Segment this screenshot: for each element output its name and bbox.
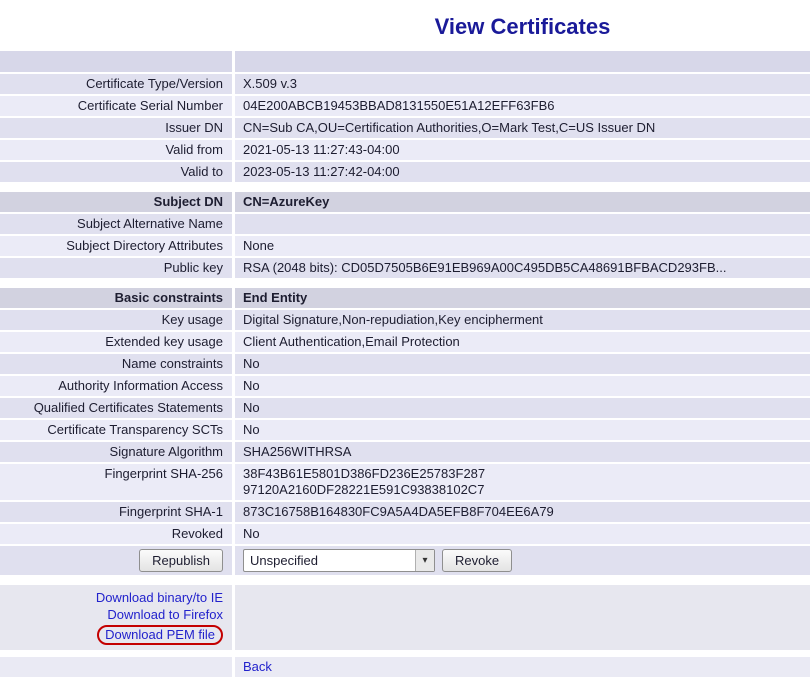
value-signature-algorithm: SHA256WITHRSA (235, 442, 810, 462)
value-certificate-serial-number: 04E200ABCB19453BBAD8131550E51A12EFF63FB6 (235, 96, 810, 116)
certificate-details-table: Certificate Type/Version X.509 v.3 Certi… (0, 51, 810, 677)
value-valid-to: 2023-05-13 11:27:42-04:00 (235, 162, 810, 182)
label-valid-to: Valid to (0, 162, 232, 182)
download-pem-file-link[interactable]: Download PEM file (97, 625, 223, 645)
fingerprint-sha-256-line-1: 38F43B61E5801D386FD236E25783F287 (243, 466, 802, 482)
download-firefox-link[interactable]: Download to Firefox (107, 607, 223, 623)
value-subject-dn: CN=AzureKey (235, 192, 810, 212)
value-valid-from: 2021-05-13 11:27:43-04:00 (235, 140, 810, 160)
label-issuer-dn: Issuer DN (0, 118, 232, 138)
download-links-cell: Download binary/to IE Download to Firefo… (0, 585, 232, 650)
label-authority-information-access: Authority Information Access (0, 376, 232, 396)
value-basic-constraints: End Entity (235, 288, 810, 308)
revocation-reason-select[interactable]: Unspecified (243, 549, 435, 572)
value-fingerprint-sha-1: 873C16758B164830FC9A5A4DA5EFB8F704EE6A79 (235, 502, 810, 522)
table-top-band-label (0, 51, 232, 72)
section-gap (0, 184, 810, 190)
label-fingerprint-sha-256: Fingerprint SHA-256 (0, 464, 232, 500)
value-certificate-type-version: X.509 v.3 (235, 74, 810, 94)
value-key-usage: Digital Signature,Non-repudiation,Key en… (235, 310, 810, 330)
value-public-key: RSA (2048 bits): CD05D7505B6E91EB969A00C… (235, 258, 810, 278)
value-subject-directory-attributes: None (235, 236, 810, 256)
label-qualified-certificates-statements: Qualified Certificates Statements (0, 398, 232, 418)
page-header: View Certificates (235, 0, 810, 51)
back-link[interactable]: Back (243, 659, 272, 674)
value-revoked: No (235, 524, 810, 544)
section-gap (0, 652, 810, 655)
label-certificate-serial-number: Certificate Serial Number (0, 96, 232, 116)
label-basic-constraints: Basic constraints (0, 288, 232, 308)
page-title: View Certificates (235, 14, 810, 40)
label-certificate-transparency-scts: Certificate Transparency SCTs (0, 420, 232, 440)
label-subject-directory-attributes: Subject Directory Attributes (0, 236, 232, 256)
republish-button[interactable]: Republish (139, 549, 223, 572)
revoke-button[interactable]: Revoke (442, 549, 512, 572)
fingerprint-sha-256-line-2: 97120A2160DF28221E591C93838102C7 (243, 482, 802, 498)
label-extended-key-usage: Extended key usage (0, 332, 232, 352)
download-empty-cell (235, 585, 810, 650)
value-authority-information-access: No (235, 376, 810, 396)
value-qualified-certificates-statements: No (235, 398, 810, 418)
label-key-usage: Key usage (0, 310, 232, 330)
label-signature-algorithm: Signature Algorithm (0, 442, 232, 462)
label-valid-from: Valid from (0, 140, 232, 160)
label-fingerprint-sha-1: Fingerprint SHA-1 (0, 502, 232, 522)
section-gap (0, 280, 810, 286)
value-certificate-transparency-scts: No (235, 420, 810, 440)
value-name-constraints: No (235, 354, 810, 374)
table-top-band-value (235, 51, 810, 72)
value-issuer-dn: CN=Sub CA,OU=Certification Authorities,O… (235, 118, 810, 138)
section-gap (0, 577, 810, 583)
value-fingerprint-sha-256: 38F43B61E5801D386FD236E25783F287 97120A2… (235, 464, 810, 500)
label-certificate-type-version: Certificate Type/Version (0, 74, 232, 94)
label-subject-alternative-name: Subject Alternative Name (0, 214, 232, 234)
label-name-constraints: Name constraints (0, 354, 232, 374)
revocation-reason-select-wrap: Unspecified ▾ (243, 549, 435, 572)
label-revoked: Revoked (0, 524, 232, 544)
revoke-cell: Unspecified ▾ Revoke (235, 546, 810, 575)
download-binary-ie-link[interactable]: Download binary/to IE (96, 590, 223, 606)
back-row-label-cell (0, 657, 232, 677)
label-subject-dn: Subject DN (0, 192, 232, 212)
back-row-value-cell: Back (235, 657, 810, 677)
republish-cell: Republish (0, 546, 232, 575)
label-public-key: Public key (0, 258, 232, 278)
value-extended-key-usage: Client Authentication,Email Protection (235, 332, 810, 352)
value-subject-alternative-name (235, 214, 810, 234)
